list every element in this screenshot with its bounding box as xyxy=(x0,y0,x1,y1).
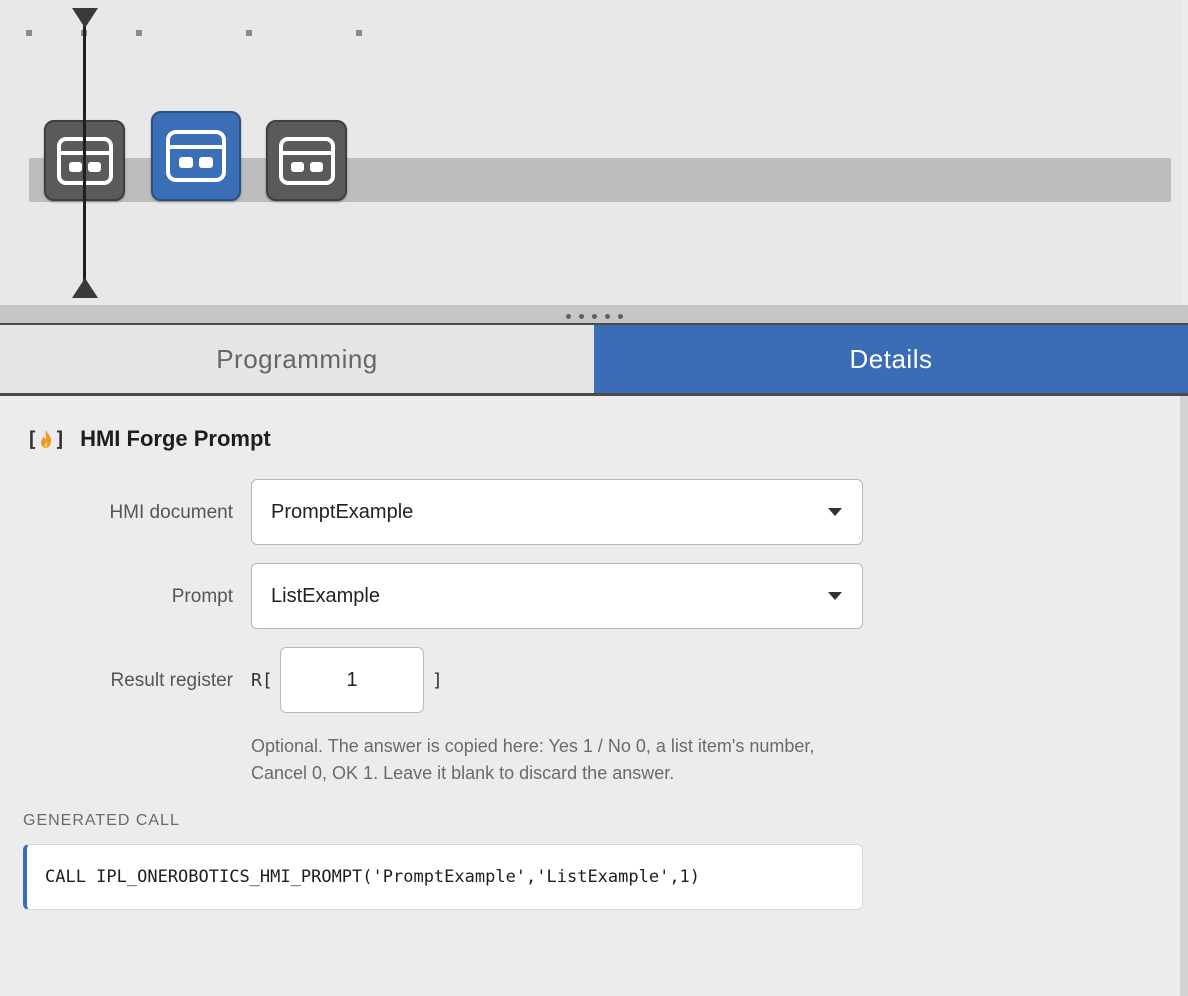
result-register-input[interactable] xyxy=(280,647,424,713)
register-prefix: R[ xyxy=(251,670,273,691)
timeline-tick xyxy=(356,30,362,36)
timeline-tick xyxy=(26,30,32,36)
playhead-bottom-handle[interactable] xyxy=(72,278,98,298)
generated-call-code: CALL IPL_ONEROBOTICS_HMI_PROMPT('PromptE… xyxy=(23,844,863,910)
hmi-document-label: HMI document xyxy=(109,502,233,523)
hmi-document-select[interactable]: PromptExample xyxy=(251,479,863,545)
tab-programming[interactable]: Programming xyxy=(0,325,594,393)
chevron-down-icon xyxy=(828,508,842,516)
splitter-grip-dot xyxy=(604,313,610,319)
prompt-select[interactable]: ListExample xyxy=(251,563,863,629)
playhead-line[interactable] xyxy=(83,14,86,286)
splitter-grip-dot xyxy=(617,313,623,319)
result-register-help: Optional. The answer is copied here: Yes… xyxy=(251,736,815,783)
splitter-grip-dot xyxy=(578,313,584,319)
card-icon xyxy=(278,136,335,185)
instruction-title: HMI Forge Prompt xyxy=(80,426,271,451)
hmi-document-value: PromptExample xyxy=(271,500,414,523)
generated-call-label: GENERATED CALL xyxy=(23,812,180,829)
panel-splitter[interactable] xyxy=(0,305,1188,325)
timeline-node-2[interactable] xyxy=(151,111,241,201)
chevron-down-icon xyxy=(828,592,842,600)
splitter-grip-dot xyxy=(591,313,597,319)
details-panel: [] HMI Forge Prompt HMI document PromptE… xyxy=(0,396,1180,996)
card-icon xyxy=(166,130,226,182)
scrollbar-track[interactable] xyxy=(1180,396,1188,996)
register-suffix: ] xyxy=(432,670,443,691)
playhead-top-handle[interactable] xyxy=(72,8,98,28)
generated-call-text: CALL IPL_ONEROBOTICS_HMI_PROMPT('PromptE… xyxy=(45,867,701,887)
result-register-label: Result register xyxy=(110,670,234,691)
flame-bracket-icon: [] xyxy=(26,427,67,451)
prompt-value: ListExample xyxy=(271,584,380,607)
tab-bar: Programming Details xyxy=(0,325,1188,393)
splitter-grip-dot xyxy=(565,313,571,319)
timeline-node-3[interactable] xyxy=(266,120,347,201)
timeline-tick xyxy=(136,30,142,36)
prompt-label: Prompt xyxy=(171,586,233,607)
timeline-tick xyxy=(246,30,252,36)
timeline xyxy=(0,0,1182,305)
tab-details[interactable]: Details xyxy=(594,325,1188,393)
instruction-header: [] HMI Forge Prompt xyxy=(26,426,271,452)
